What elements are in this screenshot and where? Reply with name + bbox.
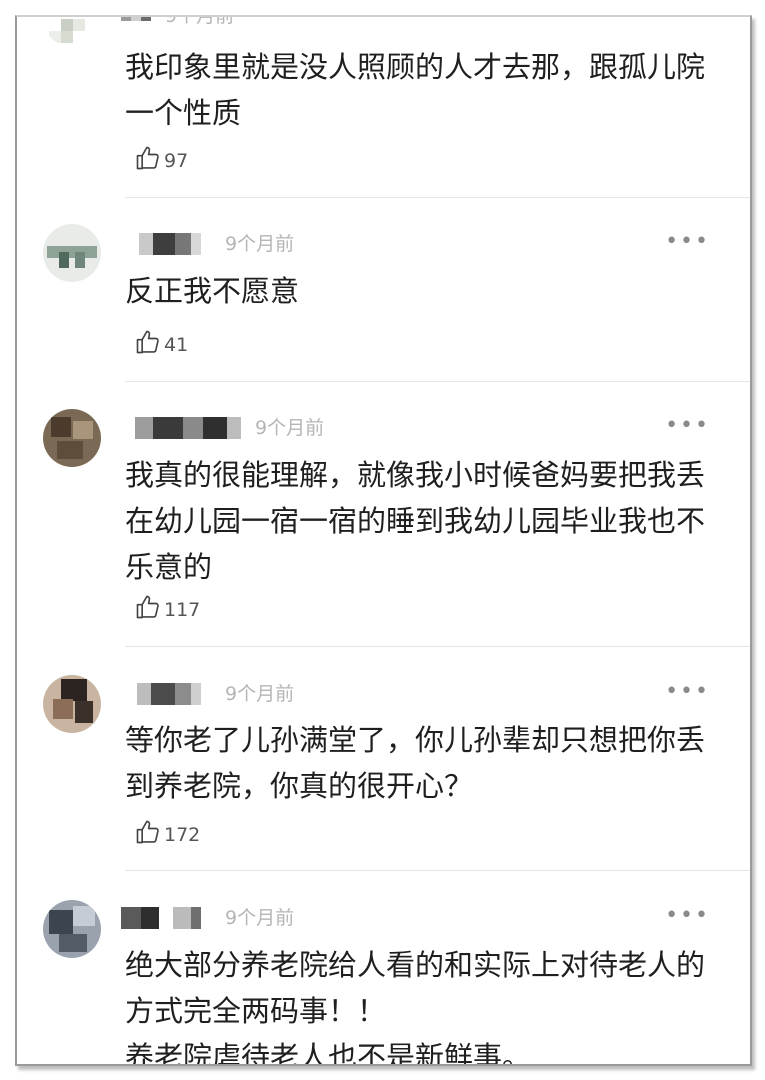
divider bbox=[125, 870, 750, 871]
like-button[interactable]: 97 bbox=[134, 145, 188, 175]
comment-text: 绝大部分养老院给人看的和实际上对待老人的方式完全两码事！！ 养老院虐待老人也不是… bbox=[125, 948, 706, 1066]
like-count: 41 bbox=[164, 334, 189, 356]
thumbs-up-icon bbox=[134, 818, 162, 850]
thumbs-up-icon bbox=[134, 144, 162, 176]
divider bbox=[125, 381, 750, 382]
more-icon[interactable]: ••• bbox=[665, 415, 710, 437]
comment-text: 等你老了儿孙满堂了，你儿孙辈却只想把你丢到养老院，你真的很开心？ bbox=[125, 723, 706, 803]
like-button[interactable]: 172 bbox=[134, 819, 200, 849]
avatar[interactable] bbox=[43, 900, 101, 958]
comment-text: 反正我不愿意 bbox=[125, 274, 300, 308]
divider bbox=[125, 646, 750, 647]
avatar[interactable] bbox=[43, 17, 101, 47]
more-icon[interactable]: ••• bbox=[665, 905, 710, 927]
username-redacted[interactable] bbox=[121, 17, 151, 21]
username-redacted[interactable] bbox=[121, 233, 211, 255]
comment-time: 9个月前 bbox=[225, 233, 295, 255]
more-icon[interactable]: ••• bbox=[665, 681, 710, 703]
like-count: 117 bbox=[164, 599, 201, 621]
comment-time: 9个月前 bbox=[165, 15, 235, 27]
comment-list: 9个月前 我印象里就是没人照顾的人才去那，跟孤儿院一个性质 97 9个月前 ••… bbox=[15, 15, 752, 1066]
username-redacted[interactable] bbox=[121, 907, 211, 929]
comment-time: 9个月前 bbox=[225, 907, 295, 929]
username-redacted[interactable] bbox=[121, 417, 241, 439]
thumbs-up-icon bbox=[134, 593, 162, 625]
like-button[interactable]: 41 bbox=[134, 329, 188, 359]
comment-text: 我真的很能理解，就像我小时候爸妈要把我丢在幼儿园一宿一宿的睡到我幼儿园毕业我也不… bbox=[125, 458, 706, 584]
comment-time: 9个月前 bbox=[225, 683, 295, 705]
comment-time: 9个月前 bbox=[255, 417, 325, 439]
like-button[interactable]: 117 bbox=[134, 594, 200, 624]
more-icon[interactable]: ••• bbox=[665, 231, 710, 253]
username-redacted[interactable] bbox=[121, 683, 211, 705]
avatar[interactable] bbox=[43, 409, 101, 467]
avatar[interactable] bbox=[43, 675, 101, 733]
divider bbox=[125, 197, 750, 198]
like-count: 97 bbox=[164, 150, 189, 172]
avatar[interactable] bbox=[43, 224, 101, 282]
comment-text: 我印象里就是没人照顾的人才去那，跟孤儿院一个性质 bbox=[125, 50, 706, 130]
thumbs-up-icon bbox=[134, 328, 162, 360]
like-count: 172 bbox=[164, 824, 201, 846]
